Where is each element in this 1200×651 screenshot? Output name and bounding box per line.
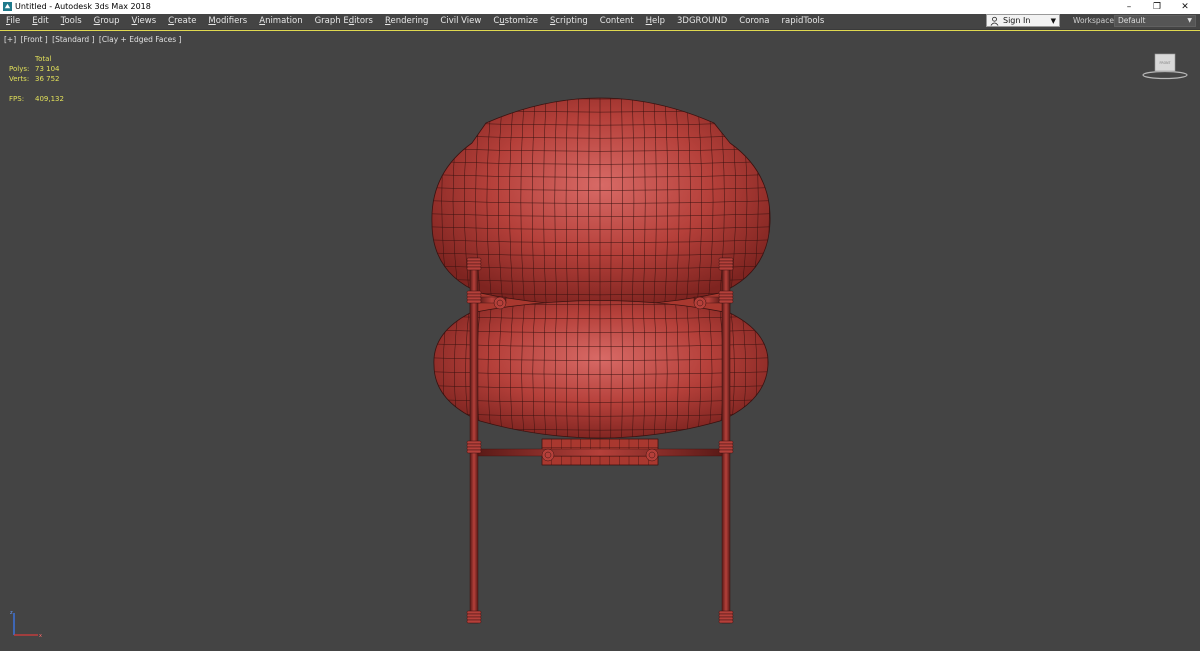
viewcube[interactable]: FRONT [1139,51,1189,81]
menu-item-6[interactable]: Modifiers [202,14,253,29]
viewport-shading-menu[interactable]: [Clay + Edged Faces ] [99,35,182,44]
polys-value: 73 104 [35,65,60,73]
menu-item-3[interactable]: Group [88,14,126,29]
menu-item-15[interactable]: 3DGROUND [671,14,733,29]
minimize-button[interactable]: – [1114,0,1144,14]
menu-items: File Edit Tools Group Views Create Modifiers An… [0,14,830,29]
workspaces-value: Default [1118,16,1146,25]
menu-item-0[interactable]: File [0,14,26,29]
menu-item-2[interactable]: Tools [55,14,88,29]
viewport-label-menu: [+] [Front ] [Standard ] [Clay + Edged F… [4,35,183,44]
sign-in-dropdown[interactable]: Sign In ▼ [986,14,1060,27]
close-button[interactable]: ✕ [1170,0,1200,14]
upper-cushion [431,97,771,306]
user-icon [990,16,999,26]
menu-item-4[interactable]: Views [126,14,163,29]
3dsmax-app-icon [3,2,12,11]
window-title: Untitled - Autodesk 3ds Max 2018 [15,2,151,11]
front-viewport[interactable]: [+] [Front ] [Standard ] [Clay + Edged F… [0,30,1200,651]
menu-item-13[interactable]: Content [594,14,640,29]
chevron-down-icon: ▼ [1050,17,1056,25]
left-leg [469,257,479,624]
menu-item-8[interactable]: Graph Editors [309,14,379,29]
menu-item-12[interactable]: Scripting [544,14,594,29]
menu-item-17[interactable]: rapidTools [776,14,831,29]
menu-item-16[interactable]: Corona [733,14,775,29]
lower-cushion [433,300,769,439]
workspaces-dropdown[interactable]: Default ▼ [1114,15,1196,27]
restore-button[interactable]: ❐ [1142,0,1172,14]
axis-tripod-icon: z x [10,610,42,639]
lower-crossbar [477,448,723,457]
menu-item-1[interactable]: Edit [26,14,54,29]
right-leg [721,257,731,624]
title-bar: Untitled - Autodesk 3ds Max 2018 – ❐ ✕ [0,0,1200,14]
fps-value: 409,132 [35,95,64,103]
polys-label: Polys: [9,65,30,73]
verts-label: Verts: [9,75,30,83]
verts-value: 36 752 [35,75,60,83]
menu-item-5[interactable]: Create [162,14,202,29]
viewcube-front-label: FRONT [1160,61,1171,65]
svg-text:z: z [10,610,13,616]
sign-in-label: Sign In [1003,16,1031,25]
viewport-standard-menu[interactable]: [Standard ] [52,35,94,44]
stats-header: Total [35,55,52,63]
fps-label: FPS: [9,95,25,103]
menu-item-14[interactable]: Help [640,14,671,29]
menu-item-11[interactable]: Customize [487,14,544,29]
chevron-down-icon: ▼ [1187,17,1192,24]
chair-3d-model[interactable] [400,83,800,649]
menu-item-7[interactable]: Animation [253,14,308,29]
viewport-general-menu[interactable]: [+] [4,35,16,44]
svg-text:x: x [39,633,42,639]
viewport-point-of-view-menu[interactable]: [Front ] [21,35,48,44]
menu-item-10[interactable]: Civil View [434,14,487,29]
menu-item-9[interactable]: Rendering [379,14,434,29]
